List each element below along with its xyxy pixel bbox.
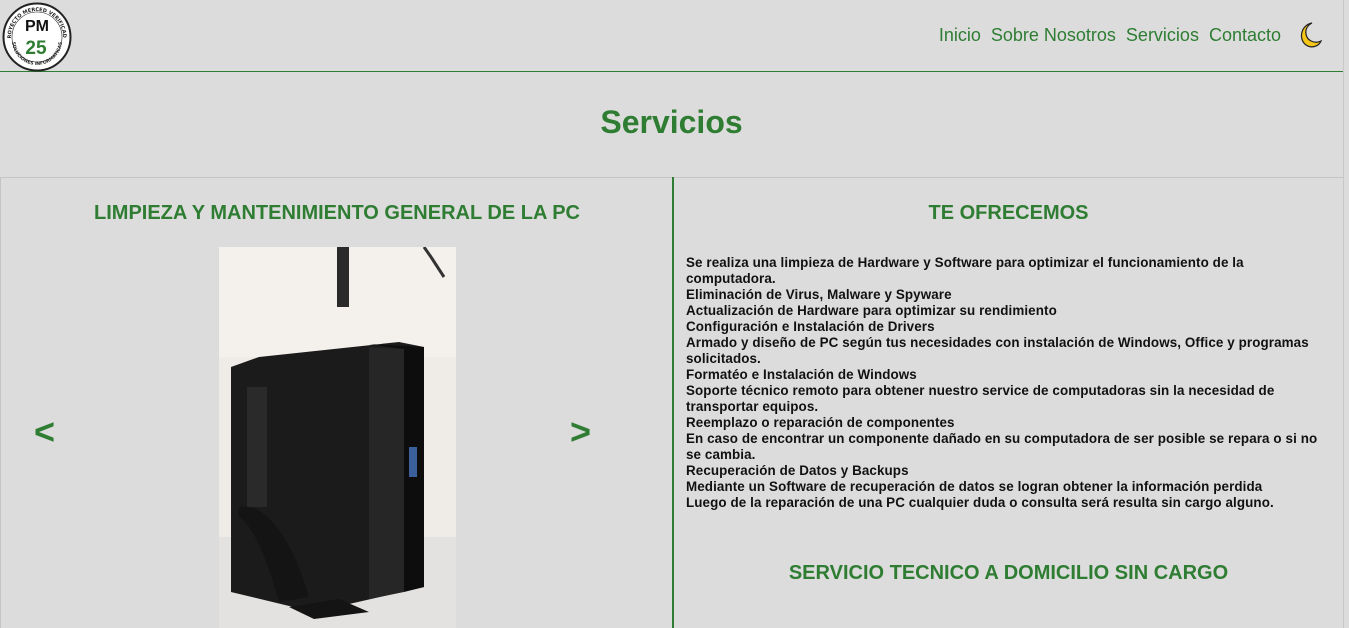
offer-heading: TE OFRECEMOS — [928, 202, 1089, 224]
list-item: Configuración e Instalación de Drivers — [686, 319, 935, 334]
nav-servicios[interactable]: Servicios — [1126, 25, 1199, 46]
nav-contacto[interactable]: Contacto — [1209, 25, 1281, 46]
svg-text:25: 25 — [25, 38, 47, 59]
pc-tower-photo — [219, 247, 456, 628]
list-item: Se realiza una limpieza de Hardware y So… — [686, 255, 1244, 286]
list-item: Eliminación de Virus, Malware y Spyware — [686, 287, 952, 302]
nav-sobre-nosotros[interactable]: Sobre Nosotros — [991, 25, 1116, 46]
page-scrollbar[interactable] — [1343, 0, 1349, 628]
list-item: Soporte técnico remoto para obtener nues… — [686, 383, 1275, 414]
list-item: Recuperación de Datos y Backups — [686, 463, 909, 478]
list-item: Luego de la reparación de una PC cualqui… — [686, 495, 1274, 510]
main-nav: Inicio Sobre Nosotros Servicios Contacto — [939, 20, 1323, 50]
carousel-next-button[interactable]: > — [570, 414, 591, 450]
site-header: PROYECTO MERCED VERIFICADO SOLUCIONES IN… — [0, 0, 1343, 72]
list-item: Actualización de Hardware para optimizar… — [686, 303, 1057, 318]
service-card-heading: LIMPIEZA Y MANTENIMIENTO GENERAL DE LA P… — [94, 202, 580, 224]
list-item: Armado y diseño de PC según tus necesida… — [686, 335, 1309, 366]
nav-inicio[interactable]: Inicio — [939, 25, 981, 46]
page-title: Servicios — [600, 104, 743, 140]
svg-text:PM: PM — [25, 18, 49, 35]
list-item: Formatéo e Instalación de Windows — [686, 367, 917, 382]
list-item: Reemplazo o reparación de componentes — [686, 415, 955, 430]
pm25-logo[interactable]: PROYECTO MERCED VERIFICADO SOLUCIONES IN… — [2, 2, 72, 72]
moon-icon[interactable] — [1293, 20, 1323, 50]
service-list: Se realiza una limpieza de Hardware y So… — [686, 255, 1336, 511]
home-service-heading: SERVICIO TECNICO A DOMICILIO SIN CARGO — [788, 562, 1229, 584]
list-item: En caso de encontrar un componente dañad… — [686, 431, 1318, 462]
carousel-prev-button[interactable]: < — [34, 414, 55, 450]
list-item: Mediante un Software de recuperación de … — [686, 479, 1263, 494]
services-offer-panel: TE OFRECEMOS Se realiza una limpieza de … — [674, 177, 1343, 628]
service-card-left: LIMPIEZA Y MANTENIMIENTO GENERAL DE LA P… — [0, 177, 673, 628]
